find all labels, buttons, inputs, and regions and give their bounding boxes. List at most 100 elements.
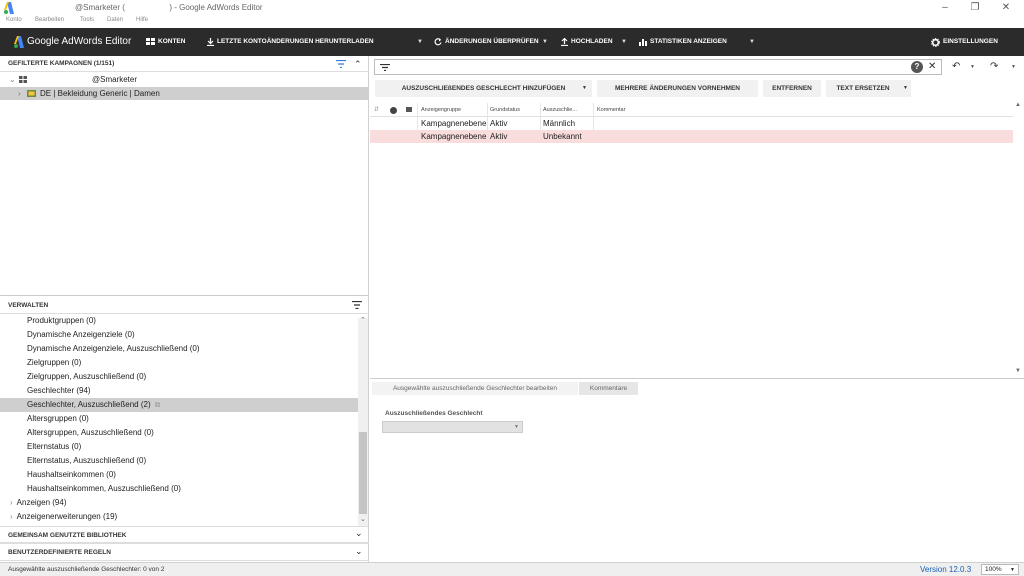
redo-icon[interactable]: ↷	[990, 61, 998, 72]
menu-tools[interactable]: Tools	[80, 17, 94, 23]
upload-dropdown[interactable]: ▼	[621, 28, 627, 56]
filter-icon[interactable]	[380, 64, 390, 71]
cell-ad-group: Kampagnenebene	[421, 119, 487, 128]
sort-icon[interactable]: ⇵	[374, 103, 379, 117]
collapse-up-icon[interactable]: ⌃	[354, 56, 362, 72]
selection-status: Ausgewählte auszuschließende Geschlechte…	[8, 566, 165, 573]
brand-name: Google AdWords Editor	[27, 36, 132, 47]
column-comment[interactable]: Kommentar	[597, 103, 625, 117]
list-item[interactable]: Altersgruppen (0)	[0, 414, 89, 423]
search-filter-bar[interactable]: ? ✕	[374, 59, 942, 75]
close-window-button[interactable]: ✕	[997, 2, 1015, 14]
chevron-down-icon[interactable]: ⌄	[355, 546, 363, 557]
menu-icon[interactable]	[352, 301, 362, 309]
minimize-button[interactable]: –	[936, 2, 954, 14]
list-item[interactable]: Zielgruppen, Auszuschließend (0)	[0, 372, 146, 381]
tree-row-campaign[interactable]: › DE | Bekleidung Generic | Damen	[0, 87, 369, 100]
zoom-select[interactable]: 100% ▼	[981, 564, 1019, 575]
library-header[interactable]: GEMEINSAM GENUTZTE BIBLIOTHEK	[0, 526, 369, 543]
cell-gender: Unbekannt	[543, 132, 582, 141]
account-name: @Smarketer	[92, 75, 138, 84]
list-item[interactable]: Elternstatus (0)	[0, 442, 81, 451]
title-account: @Smarketer (	[75, 3, 125, 12]
settings-button[interactable]: EINSTELLUNGEN	[931, 28, 998, 56]
rules-header[interactable]: BENUTZERDEFINIERTE REGELN	[0, 543, 369, 561]
scroll-down-icon[interactable]: ▼	[1015, 368, 1021, 374]
caret-down-icon: ▼	[514, 424, 519, 430]
column-status[interactable]: Grundstatus	[490, 103, 520, 117]
manage-scrollbar-thumb[interactable]	[359, 432, 367, 514]
replace-text-label: TEXT ERSETZEN	[836, 85, 890, 92]
library-heading: GEMEINSAM GENUTZTE BIBLIOTHEK	[8, 532, 127, 539]
stats-button[interactable]: STATISTIKEN ANZEIGEN	[639, 28, 727, 56]
group-extensions[interactable]: › Anzeigenerweiterungen (19)	[0, 510, 358, 524]
add-excluded-gender-button[interactable]: AUSZUSCHLIEßENDES GESCHLECHT HINZUFÜGEN ▼	[375, 80, 592, 97]
download-changes-button[interactable]: LETZTE KONTOÄNDERUNGEN HERUNTERLADEN	[207, 28, 374, 56]
column-ad-group[interactable]: Anzeigengruppe	[421, 103, 461, 117]
table-row-selected[interactable]: Kampagnenebene Aktiv Unbekannt	[370, 130, 1013, 143]
comment-icon[interactable]	[406, 107, 412, 112]
list-item[interactable]: Haushaltseinkommen, Auszuschließend (0)	[0, 484, 181, 493]
chevron-down-icon[interactable]: ⌄	[355, 528, 363, 539]
list-item-selected[interactable]: Geschlechter, Auszuschließend (2) ⧉	[0, 398, 358, 412]
accounts-label: KONTEN	[158, 38, 186, 45]
list-item[interactable]: Haushaltseinkommen (0)	[0, 470, 116, 479]
menu-konto[interactable]: Konto	[6, 17, 22, 23]
settings-label: EINSTELLUNGEN	[943, 38, 998, 45]
accounts-button[interactable]: KONTEN	[146, 28, 185, 56]
group-ads[interactable]: › Anzeigen (94)	[0, 496, 358, 510]
external-link-icon[interactable]: ⧉	[155, 400, 161, 409]
table-row[interactable]: Kampagnenebene Aktiv Männlich	[370, 117, 1013, 130]
clear-icon[interactable]: ✕	[928, 60, 936, 74]
brand: Google AdWords Editor	[14, 28, 131, 56]
list-item[interactable]: Geschlechter (94)	[0, 386, 91, 395]
undo-dropdown-icon[interactable]: ▼	[970, 64, 975, 70]
chevron-right-icon[interactable]: ›	[0, 498, 13, 507]
adwords-logo-icon	[14, 36, 24, 48]
check-changes-button[interactable]: ÄNDERUNGEN ÜBERPRÜFEN	[434, 28, 539, 56]
scroll-up-icon[interactable]: ⌃	[360, 316, 366, 324]
status-icon[interactable]	[390, 107, 397, 114]
maximize-button[interactable]: ❐	[966, 2, 984, 14]
list-item[interactable]: Zielgruppen (0)	[0, 358, 81, 367]
chevron-right-icon[interactable]: ›	[18, 87, 21, 100]
title-app: ) - Google AdWords Editor	[169, 3, 263, 12]
main-toolbar: Google AdWords Editor KONTEN LETZTE KONT…	[0, 28, 1024, 56]
tab-comments[interactable]: Kommentare	[579, 382, 638, 395]
stats-dropdown[interactable]: ▼	[749, 28, 755, 56]
adwords-editor-window: @Smarketer ( ) - Google AdWords Editor –…	[0, 0, 1024, 576]
replace-text-button[interactable]: TEXT ERSETZEN	[826, 80, 900, 97]
scroll-up-icon[interactable]: ▲	[1015, 102, 1021, 108]
excluded-gender-select[interactable]: ▼	[382, 421, 523, 433]
list-item[interactable]: Produktgruppen (0)	[0, 316, 96, 325]
remove-label: ENTFERNEN	[772, 85, 812, 92]
menu-hilfe[interactable]: Hilfe	[136, 17, 148, 23]
tree-row-account[interactable]: ⌄ @Smarketer	[0, 73, 369, 86]
download-dropdown[interactable]: ▼	[417, 28, 423, 56]
more-actions-dropdown[interactable]: ▼	[900, 80, 911, 97]
menu-bearbeiten[interactable]: Bearbeiten	[35, 17, 64, 23]
upload-button[interactable]: HOCHLADEN	[561, 28, 613, 56]
menu-bar: Konto Bearbeiten Tools Daten Hilfe	[0, 17, 1024, 27]
campaigns-heading: GEFILTERTE KAMPAGNEN (1/151)	[8, 60, 115, 67]
column-excluded-gender[interactable]: Auszuschlie...	[543, 103, 577, 117]
list-item-label: Geschlechter, Auszuschließend (2)	[27, 400, 151, 409]
check-dropdown[interactable]: ▼	[542, 28, 548, 56]
excluded-gender-label: Auszuschließendes Geschlecht	[385, 410, 483, 417]
menu-daten[interactable]: Daten	[107, 17, 123, 23]
help-icon[interactable]: ?	[911, 61, 923, 73]
filter-icon[interactable]	[336, 60, 346, 68]
tab-edit-selected[interactable]: Ausgewählte auszuschließende Geschlechte…	[372, 382, 578, 395]
undo-icon[interactable]: ↶	[952, 61, 960, 72]
multiple-changes-button[interactable]: MEHRERE ÄNDERUNGEN VORNEHMEN	[597, 80, 758, 97]
chevron-right-icon[interactable]: ›	[0, 512, 13, 521]
caret-down-icon[interactable]: ▼	[582, 80, 587, 97]
list-item[interactable]: Dynamische Anzeigenziele (0)	[0, 330, 135, 339]
list-item[interactable]: Altersgruppen, Auszuschließend (0)	[0, 428, 154, 437]
list-item[interactable]: Elternstatus, Auszuschließend (0)	[0, 456, 146, 465]
remove-button[interactable]: ENTFERNEN	[763, 80, 821, 97]
list-item[interactable]: Dynamische Anzeigenziele, Auszuschließen…	[0, 344, 200, 353]
chevron-down-icon[interactable]: ⌄	[9, 73, 16, 86]
redo-dropdown-icon[interactable]: ▼	[1011, 64, 1016, 70]
scroll-down-icon[interactable]: ⌄	[360, 515, 366, 523]
